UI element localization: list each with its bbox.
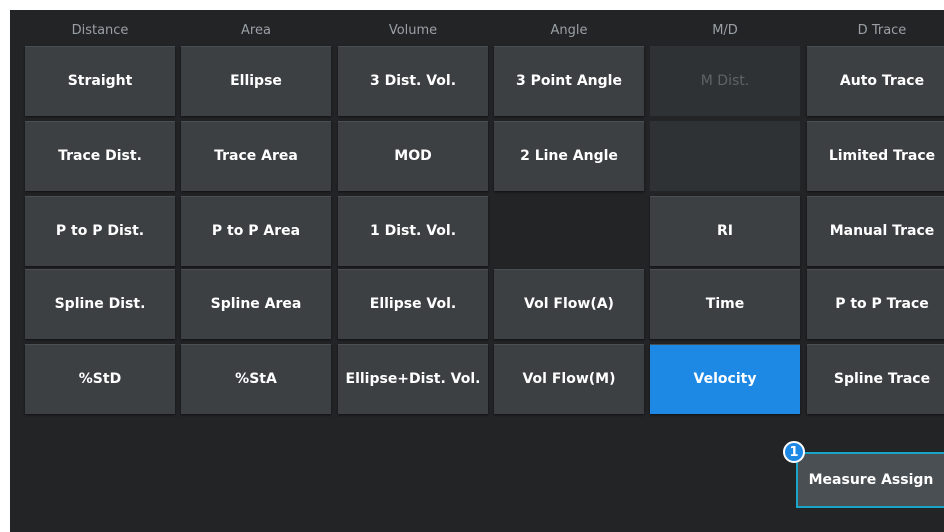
1-dist-vol-button[interactable]: 1 Dist. Vol. [338,196,488,266]
column-header-distance: Distance [71,23,129,38]
m-dist-button: M Dist. [650,46,800,116]
time-button[interactable]: Time [650,269,800,339]
p-to-p-trace-button[interactable]: P to P Trace [807,269,944,339]
ellipse-dist-vol-button[interactable]: Ellipse+Dist. Vol. [338,344,488,414]
column-header-volume: Volume [388,23,438,38]
std-percent-button[interactable]: %StD [25,344,175,414]
straight-button[interactable]: Straight [25,46,175,116]
3-dist-vol-button[interactable]: 3 Dist. Vol. [338,46,488,116]
empty-slot [650,121,800,191]
column-header-area: Area [241,23,271,38]
auto-trace-button[interactable]: Auto Trace [807,46,944,116]
vol-flow-a-button[interactable]: Vol Flow(A) [494,269,644,339]
trace-dist-button[interactable]: Trace Dist. [25,121,175,191]
manual-trace-button[interactable]: Manual Trace [807,196,944,266]
mod-button[interactable]: MOD [338,121,488,191]
limited-trace-button[interactable]: Limited Trace [807,121,944,191]
velocity-button[interactable]: Velocity [650,344,800,414]
ri-button[interactable]: RI [650,196,800,266]
trace-area-button[interactable]: Trace Area [181,121,331,191]
spline-dist-button[interactable]: Spline Dist. [25,269,175,339]
ellipse-vol-button[interactable]: Ellipse Vol. [338,269,488,339]
sta-percent-button[interactable]: %StA [181,344,331,414]
measure-assign-button[interactable]: Measure Assign [796,452,944,508]
3-point-angle-button[interactable]: 3 Point Angle [494,46,644,116]
vol-flow-m-button[interactable]: Vol Flow(M) [494,344,644,414]
column-header-angle: Angle [550,23,588,38]
spline-area-button[interactable]: Spline Area [181,269,331,339]
2-line-angle-button[interactable]: 2 Line Angle [494,121,644,191]
ellipse-button[interactable]: Ellipse [181,46,331,116]
p-to-p-area-button[interactable]: P to P Area [181,196,331,266]
p-to-p-dist-button[interactable]: P to P Dist. [25,196,175,266]
step-badge: 1 [783,441,805,463]
column-header-md: M/D [712,23,738,38]
column-header-dtrace: D Trace [857,23,907,38]
spline-trace-button[interactable]: Spline Trace [807,344,944,414]
